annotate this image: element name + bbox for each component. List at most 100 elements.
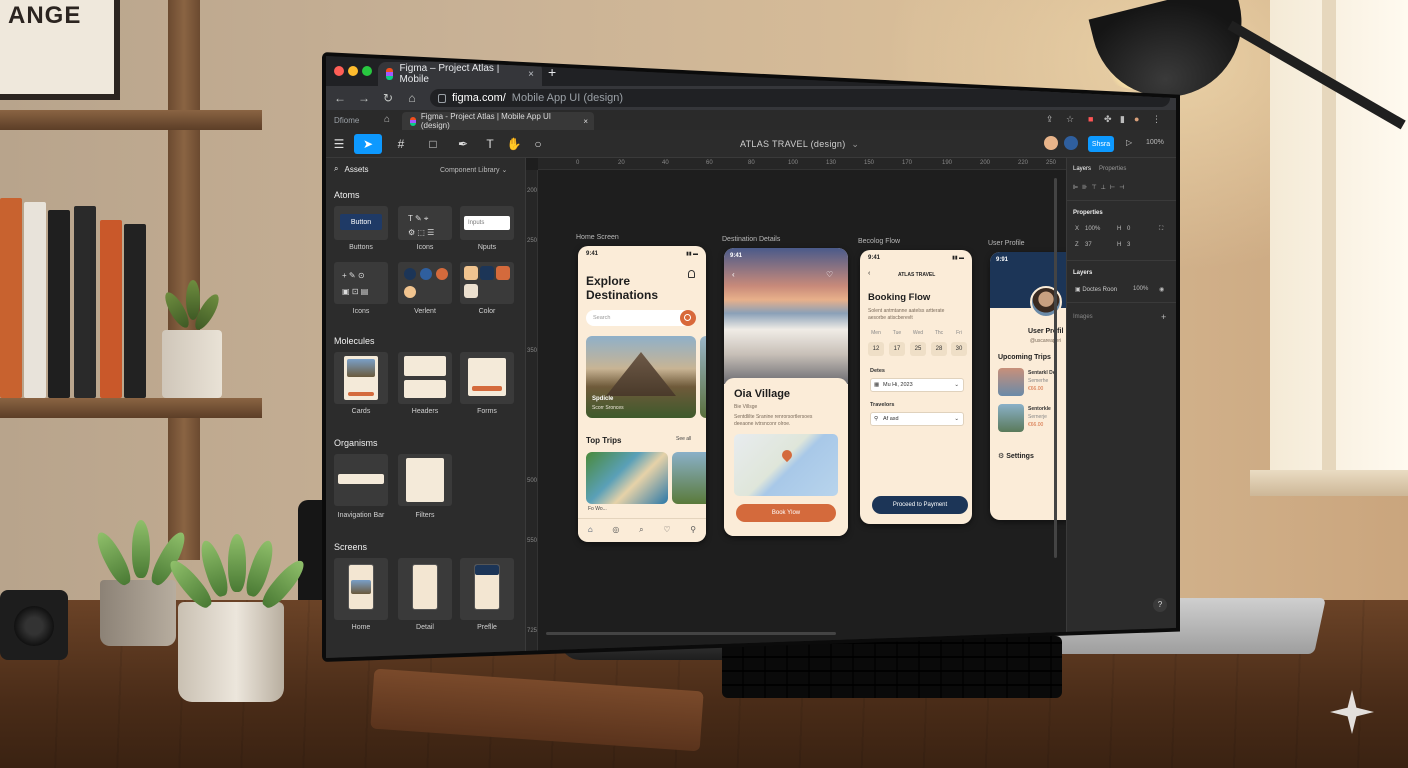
back-icon[interactable]: ← [334,91,346,105]
present-play-icon[interactable]: ▷ [1126,138,1132,147]
share-icon[interactable]: ⇪ [1046,114,1054,125]
asset-buttons[interactable]: Button [334,206,388,240]
assets-header[interactable]: ⌕ Assets [334,164,369,174]
profile-avatar[interactable] [1030,286,1062,318]
star-icon[interactable]: ☆ [1066,114,1074,125]
frame-label-home[interactable]: Home Screen [576,234,619,241]
section-atoms[interactable]: Atoms [334,190,360,200]
design-canvas[interactable]: 0 20 40 60 80 100 130 150 170 190 200 22… [526,158,1070,658]
help-button[interactable]: ? [1153,598,1167,612]
frame-tool-icon[interactable]: # [390,134,412,154]
book-now-button[interactable]: Book Ylow [736,504,836,522]
next-destination-card[interactable] [700,336,706,418]
section-molecules[interactable]: Molecules [334,336,375,346]
frame-user-profile[interactable]: 9:91 User Profil @uscareaperi Upcoming T… [990,252,1070,520]
frame-booking-flow[interactable]: 9:41 ▮▮ ▬ ‹ ATLAS TRAVEL Booking Flow So… [860,250,972,524]
asset-icons-set[interactable]: + ✎ ⊙ ▣ ⊡ ▤ [334,262,388,304]
share-button[interactable]: Shsra [1088,136,1114,152]
asset-screen-detail[interactable] [398,558,452,620]
move-tool-icon[interactable]: ➤ [354,134,382,154]
favorite-heart-icon[interactable]: ♡ [826,270,833,279]
asset-navigation-bar[interactable] [334,454,388,506]
location-map[interactable] [734,434,838,496]
collaborator-avatar[interactable] [1064,136,1078,150]
window-close-dot[interactable] [334,66,344,76]
library-dropdown[interactable]: Component Library ⌄ [440,166,507,174]
date-cell[interactable]: 28 [931,342,947,356]
inner-tab-first[interactable]: Dfiome [334,116,359,125]
zoom-level[interactable]: 100% [1146,139,1164,146]
canvas-horizontal-scrollbar[interactable] [546,632,836,635]
upcoming-trip-item[interactable]: Sentorkle Sernerje €66.00 [998,404,1070,434]
featured-destination-card[interactable]: Spdicle Scorr Sronces [586,336,696,418]
comment-tool-icon[interactable]: ○ [530,134,546,154]
constrain-icon[interactable]: ⛶ [1159,226,1163,233]
home-icon[interactable]: ⌂ [384,114,390,125]
collaborator-avatar[interactable] [1044,136,1058,150]
asset-screen-profile[interactable] [460,558,514,620]
frame-destination-details[interactable]: 9:41 ‹ ♡ Oia Village Bie Villsge Sentdli… [724,248,848,536]
browser-tab[interactable]: Figma – Project Atlas | Mobile × [378,62,542,86]
see-all-link[interactable]: See all [676,436,691,442]
trip-card[interactable] [586,452,668,504]
extension-icon[interactable]: ■ [1088,114,1093,124]
asset-filters[interactable] [398,454,452,506]
puzzle-icon[interactable]: ✤ [1104,114,1112,125]
text-tool-icon[interactable]: T [482,134,498,154]
profile-avatar-icon[interactable]: ● [1134,114,1139,124]
frame-label-profile[interactable]: User Profile [988,240,1025,247]
h2-value[interactable]: 3 [1127,242,1130,248]
date-select[interactable]: ▦ Mu Hi, 2023 ⌄ [870,378,964,392]
shape-tool-icon[interactable]: □ [422,134,444,154]
sidebar-icon[interactable]: ▮ [1120,114,1125,125]
frame-home-screen[interactable]: 9:41 ▮▮ ▬ Explore Destinations Search Sp… [578,246,706,542]
add-image-icon[interactable]: + [1161,312,1166,322]
asset-color[interactable] [460,262,514,304]
file-title[interactable]: ATLAS TRAVEL (design) ⌄ [740,139,859,150]
asset-inputs[interactable]: Inputs [460,206,514,240]
home-tab-icon[interactable]: ⌂ [588,525,593,534]
search-tab-icon[interactable]: ⌕ [639,525,643,535]
asset-forms[interactable] [460,352,514,404]
window-zoom-dot[interactable] [362,66,372,76]
upcoming-trip-item[interactable]: Sentarkl De Semerhe €66.00 [998,368,1070,398]
asset-cards[interactable] [334,352,388,404]
asset-screen-home[interactable] [334,558,388,620]
date-cell[interactable]: 12 [868,342,884,356]
frame-label-booking[interactable]: Becolog Flow [858,238,900,245]
layer-row[interactable]: ▣ Doctes Roon [1075,286,1117,293]
tab-layers[interactable]: Layers [1073,166,1091,172]
tab-close-icon[interactable]: × [528,69,534,80]
tab-properties[interactable]: Properties [1099,166,1126,172]
home-icon[interactable]: ⌂ [406,91,418,105]
main-menu-icon[interactable]: ☰ [332,134,346,154]
date-cell[interactable]: 25 [910,342,926,356]
hand-tool-icon[interactable]: ✋ [506,134,522,154]
date-cell[interactable]: 17 [889,342,905,356]
date-cell[interactable]: 30 [951,342,967,356]
menu-kebab-icon[interactable]: ⋮ [1152,114,1161,125]
asset-icons[interactable]: T ✎ ⌖ ⚙ ⬚ ☰ [398,206,452,240]
reload-icon[interactable]: ↻ [382,91,394,105]
x-value[interactable]: 100% [1085,226,1100,232]
frame-label-detail[interactable]: Destination Details [722,236,780,243]
bell-icon[interactable] [688,270,695,278]
back-arrow-icon[interactable]: ‹ [732,270,735,279]
asset-variant[interactable] [398,262,452,304]
y-value[interactable]: 37 [1085,242,1092,248]
h-value[interactable]: 0 [1127,226,1130,232]
trip-card[interactable] [672,452,706,504]
explore-tab-icon[interactable]: ◎ [612,525,619,534]
window-minimize-dot[interactable] [348,66,358,76]
inner-tab-active[interactable]: Figma - Project Atlas | Mobile App UI (d… [402,112,594,130]
eye-icon[interactable]: ◉ [1159,286,1164,293]
pen-tool-icon[interactable]: ✒ [452,134,474,154]
layer-opacity[interactable]: 100% [1133,286,1148,292]
asset-headers[interactable] [398,352,452,404]
search-icon[interactable] [680,310,696,326]
settings-row[interactable]: ⚙ Settings [998,452,1034,460]
inner-tab-close-icon[interactable]: × [583,117,588,126]
section-screens[interactable]: Screens [334,542,367,552]
forward-icon[interactable]: → [358,91,370,105]
canvas-vertical-scrollbar[interactable] [1054,178,1057,558]
